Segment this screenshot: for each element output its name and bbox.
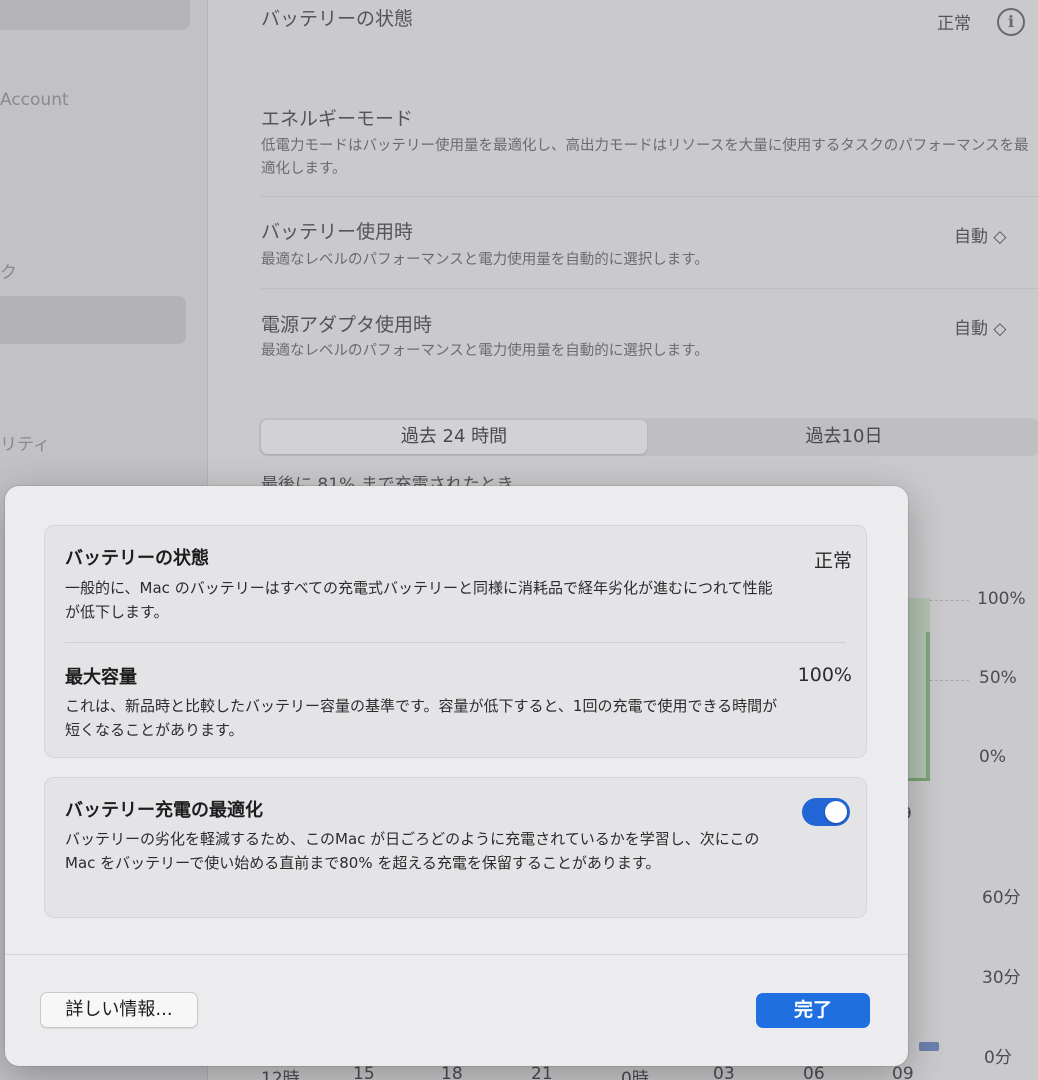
capacity-title: 最大容量 <box>65 667 137 688</box>
battery-health-title: バッテリーの状態 <box>261 8 414 30</box>
time-label: 12時 <box>261 1069 300 1080</box>
toggle-knob <box>825 801 847 823</box>
usage-axis-30: 30分 <box>982 968 1021 988</box>
battery-health-value: 正常 <box>937 14 971 34</box>
on-battery-popup[interactable]: 自動 ◇ <box>954 222 1006 247</box>
tab-last-10-days[interactable]: 過去10日 <box>649 418 1038 456</box>
usage-axis-0: 0分 <box>984 1048 1012 1068</box>
time-label: 09 <box>892 1064 914 1080</box>
level-axis-50: 50% <box>979 668 1017 688</box>
on-adapter-title: 電源アダプタ使用時 <box>261 314 433 336</box>
divider <box>261 196 1038 197</box>
usage-bar <box>919 1042 939 1051</box>
usage-axis-60: 60分 <box>982 888 1021 908</box>
time-label: 0時 <box>621 1069 649 1080</box>
divider <box>65 642 846 643</box>
on-adapter-popup[interactable]: 自動 ◇ <box>954 314 1006 339</box>
time-label: 18 <box>441 1064 463 1080</box>
optimized-charging-description: バッテリーの劣化を軽減するため、このMac が日ごろどのように充電されているかを… <box>65 830 760 872</box>
level-axis-100: 100% <box>977 589 1026 609</box>
optimized-charging-card: バッテリー充電の最適化 バッテリーの劣化を軽減するため、このMac が日ごろどの… <box>44 777 867 918</box>
health-description: 一般的に、Mac のバッテリーはすべての充電式バッテリーと同様に消耗品で経年劣化… <box>65 579 773 621</box>
tab-last-24-hours[interactable]: 過去 24 時間 <box>261 420 647 454</box>
divider <box>5 954 908 955</box>
time-label: 06 <box>803 1064 825 1080</box>
capacity-value: 100% <box>797 664 852 686</box>
sidebar-item-account[interactable]: Account <box>0 90 69 110</box>
sidebar-item-partial[interactable]: ク <box>0 258 17 283</box>
health-title: バッテリーの状態 <box>65 548 209 569</box>
optimized-charging-toggle[interactable] <box>802 798 850 826</box>
done-button[interactable]: 完了 <box>756 993 870 1028</box>
time-label: 03 <box>713 1064 735 1080</box>
on-battery-description: 最適なレベルのパフォーマンスと電力使用量を自動的に選択します。 <box>261 252 709 268</box>
optimized-charging-title: バッテリー充電の最適化 <box>65 800 263 821</box>
capacity-description: これは、新品時と比較したバッテリー容量の基準です。容量が低下すると、1回の充電で… <box>65 697 778 739</box>
time-label: 21 <box>531 1064 553 1080</box>
battery-level-line <box>926 632 930 780</box>
energy-mode-description: 低電力モードはバッテリー使用量を最適化し、高出力モードはリソースを大量に使用する… <box>261 138 1029 177</box>
health-card: バッテリーの状態 正常 一般的に、Mac のバッテリーはすべての充電式バッテリー… <box>44 525 867 758</box>
sidebar-item-security[interactable]: リティ <box>0 430 50 455</box>
battery-health-sheet: バッテリーの状態 正常 一般的に、Mac のバッテリーはすべての充電式バッテリー… <box>5 486 908 1066</box>
info-icon[interactable]: i <box>997 8 1025 36</box>
on-battery-title: バッテリー使用時 <box>261 221 414 243</box>
time-range-segmented-control: 過去 24 時間 過去10日 <box>259 418 1038 456</box>
energy-mode-title: エネルギーモード <box>261 108 414 130</box>
sidebar-item-battery-selected[interactable] <box>0 296 186 344</box>
divider <box>261 288 1038 289</box>
sidebar-item-top[interactable] <box>0 0 190 30</box>
more-info-button[interactable]: 詳しい情報... <box>40 992 198 1028</box>
level-axis-0: 0% <box>979 747 1006 767</box>
time-label: 15 <box>353 1064 375 1080</box>
health-value: 正常 <box>813 550 852 572</box>
on-adapter-description: 最適なレベルのパフォーマンスと電力使用量を自動的に選択します。 <box>261 343 709 359</box>
